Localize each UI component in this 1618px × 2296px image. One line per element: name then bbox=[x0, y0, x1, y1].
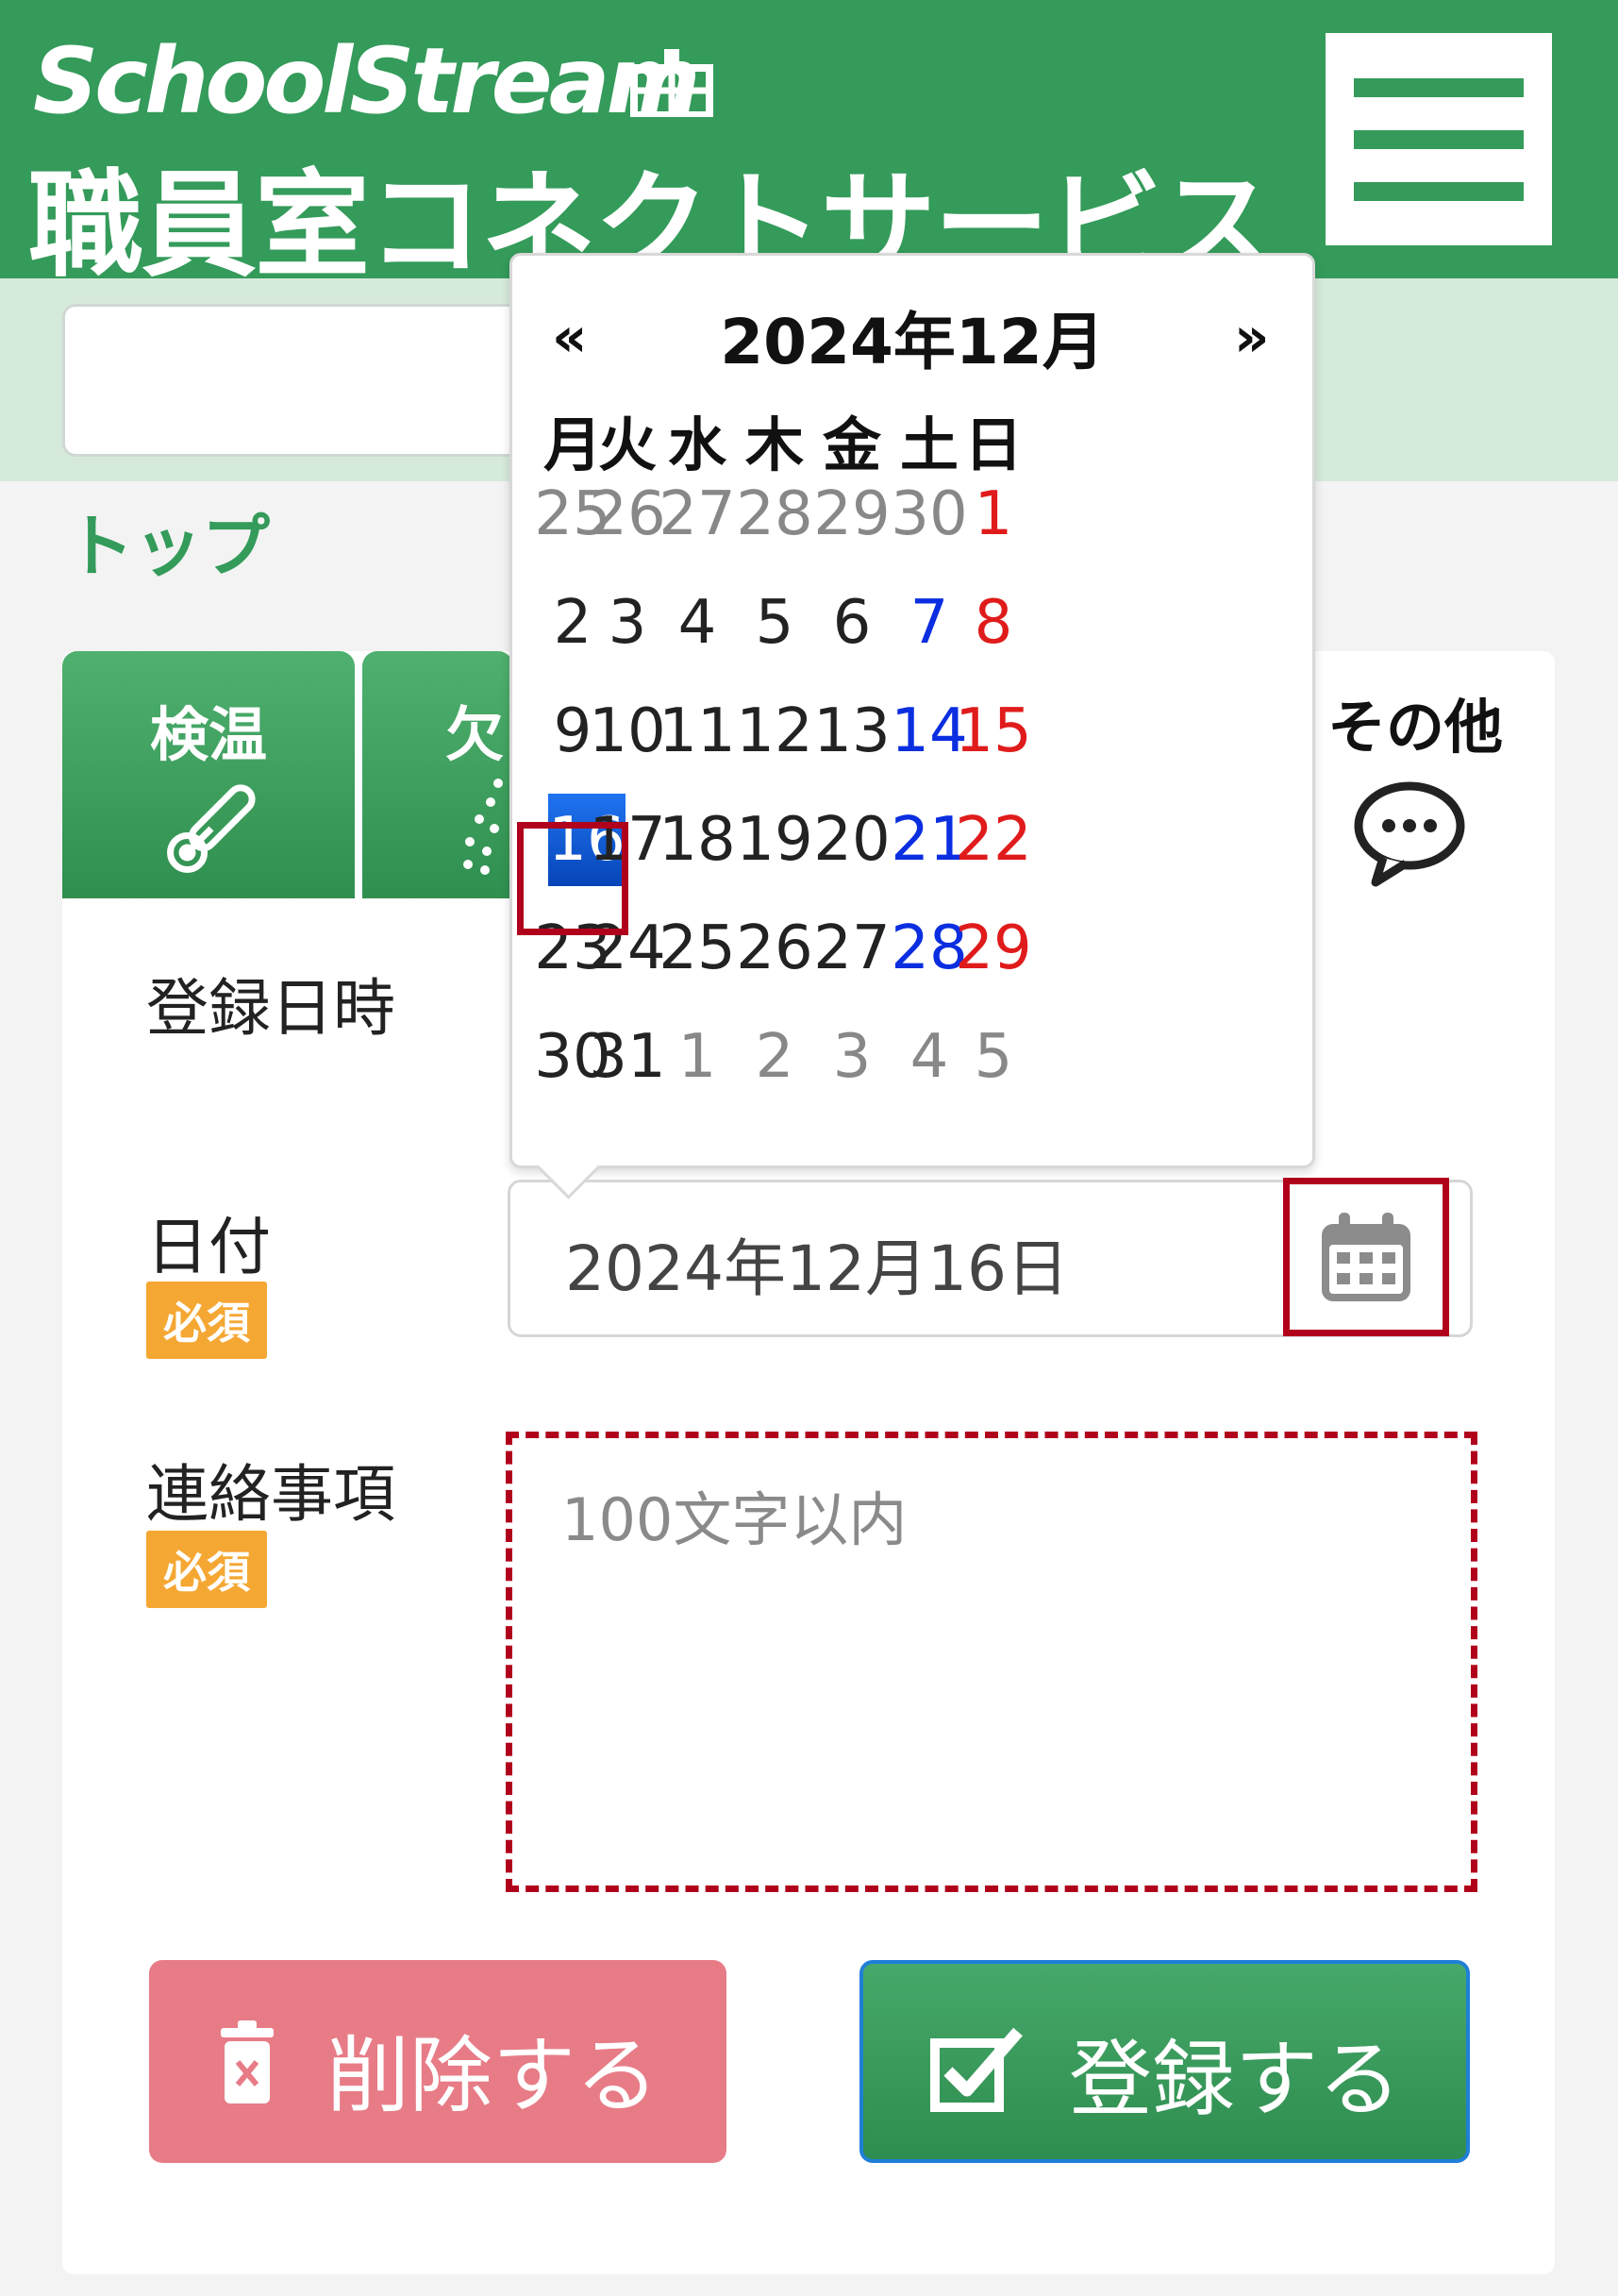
tab-absence[interactable]: 欠 bbox=[362, 651, 513, 898]
brand-logo-text: SchoolStream bbox=[33, 28, 700, 134]
menu-icon-bar bbox=[1354, 182, 1524, 201]
tab-absence-label: 欠 bbox=[445, 700, 505, 769]
school-building-icon bbox=[630, 49, 713, 117]
date-label: 日付 bbox=[146, 1211, 271, 1283]
datepicker-popup: « 2024年12月 » 月火水木金土日 25 26 27 28 29 30 1 2 3 4 5 6 7… bbox=[509, 253, 1315, 1199]
datepicker-day[interactable]: 1 bbox=[946, 468, 1041, 561]
calendar-icon bbox=[1322, 1213, 1410, 1301]
breadcrumb-top-link[interactable]: トップ bbox=[66, 491, 270, 590]
tab-temperature-label: 検温 bbox=[149, 700, 267, 769]
datepicker-day[interactable]: 22 bbox=[946, 794, 1041, 886]
trash-icon bbox=[221, 2020, 274, 2103]
datepicker-day[interactable]: 5 bbox=[946, 1011, 1041, 1103]
delete-button[interactable]: 削除する bbox=[149, 1960, 726, 2163]
hamburger-menu-button[interactable] bbox=[1326, 33, 1552, 245]
registered-at-label: 登録日時 bbox=[146, 972, 395, 1045]
datepicker-day[interactable]: 15 bbox=[946, 685, 1041, 778]
datepicker-next-button[interactable]: » bbox=[1234, 305, 1269, 369]
menu-icon-bar bbox=[1354, 130, 1524, 149]
tab-other-label: その他 bbox=[1326, 693, 1503, 762]
message-required-badge: 必須 bbox=[146, 1531, 267, 1608]
date-required-badge: 必須 bbox=[146, 1282, 267, 1359]
tab-other[interactable]: その他 bbox=[1302, 679, 1528, 897]
thermometer-icon bbox=[167, 784, 256, 873]
date-field-value: 2024年12月16日 bbox=[565, 1232, 1069, 1305]
submit-button[interactable]: 登録する bbox=[859, 1960, 1470, 2163]
datepicker-day[interactable]: 8 bbox=[946, 577, 1041, 669]
chat-bubble-icon bbox=[1354, 781, 1465, 887]
tab-temperature[interactable]: 検温 bbox=[62, 651, 355, 898]
delete-button-label: 削除する bbox=[326, 2027, 659, 2124]
app-header: SchoolStream 職員室コネクトサービス bbox=[0, 0, 1618, 293]
message-textarea[interactable] bbox=[506, 1432, 1477, 1892]
checkbox-icon bbox=[930, 2027, 1023, 2112]
datepicker-day[interactable]: 29 bbox=[946, 902, 1041, 995]
datepicker-month-title[interactable]: 2024年12月 bbox=[512, 292, 1312, 382]
dots-icon bbox=[463, 779, 503, 875]
calendar-button[interactable] bbox=[1283, 1178, 1449, 1336]
menu-icon-bar bbox=[1354, 78, 1524, 97]
message-label: 連絡事項 bbox=[146, 1458, 395, 1531]
submit-button-label: 登録する bbox=[1069, 2031, 1402, 2128]
